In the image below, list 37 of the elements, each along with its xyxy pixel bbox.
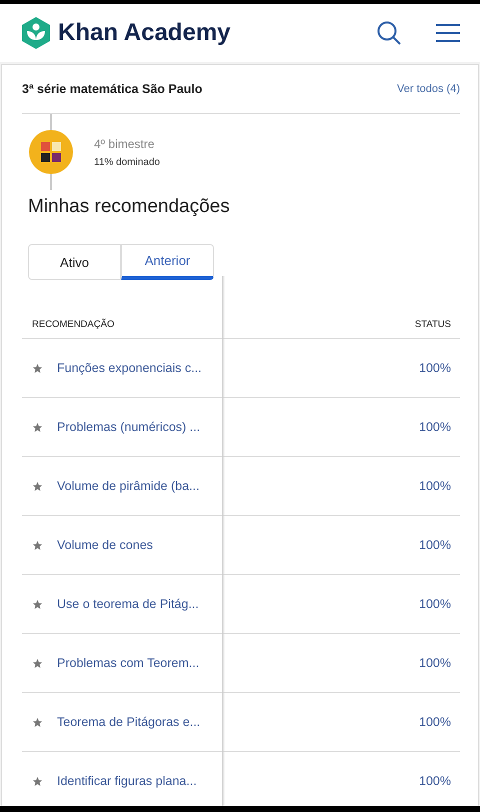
star-icon: [32, 716, 43, 728]
recommendation-link[interactable]: Problemas com Teorem...: [57, 656, 201, 670]
star-icon: [32, 362, 43, 374]
menu-icon[interactable]: [436, 24, 460, 42]
status-cell: 100%: [419, 538, 451, 552]
status-cell: 100%: [419, 597, 451, 611]
recommendation-link[interactable]: Identificar figuras plana...: [57, 774, 201, 788]
column-header: STATUS: [414, 318, 451, 330]
section-title: Minhas recomendações: [28, 196, 231, 218]
recommendation-link[interactable]: Volume de pirâmide (ba...: [57, 479, 201, 493]
status-cell: 100%: [419, 479, 451, 493]
star-icon: [32, 776, 43, 786]
status-cell: 100%: [419, 420, 451, 434]
star-icon: [32, 658, 43, 668]
status-cell: 100%: [419, 361, 451, 375]
logo-icon: [20, 16, 52, 50]
tab[interactable]: Ativo: [28, 244, 121, 280]
recommendation-link[interactable]: Use o teorema de Pitág...: [57, 597, 201, 611]
course-title: 3ª série matemática São Paulo: [22, 82, 202, 96]
search-icon[interactable]: [376, 20, 402, 46]
calculator-icon: [28, 114, 74, 190]
star-icon: [32, 540, 43, 550]
status-cell: 100%: [419, 656, 451, 670]
logo-text: Khan Academy: [58, 19, 230, 47]
recommendation-link[interactable]: Teorema de Pitágoras e...: [57, 715, 201, 729]
tab[interactable]: Anterior: [121, 244, 214, 280]
recommendation-link[interactable]: Problemas (numéricos) ...: [57, 420, 201, 434]
status-cell: 100%: [419, 774, 451, 788]
star-icon: [32, 598, 43, 610]
view-all-link[interactable]: Ver todos (4): [397, 83, 460, 95]
recommendation-link[interactable]: Funções exponenciais c...: [57, 361, 201, 375]
unit-name: 4º bimestre: [94, 136, 156, 150]
column-header: RECOMENDAÇÃO: [32, 318, 114, 330]
status-cell: 100%: [419, 715, 451, 729]
star-icon: [32, 480, 43, 492]
recommendation-link[interactable]: Volume de cones: [57, 538, 201, 552]
star-icon: [32, 422, 43, 432]
